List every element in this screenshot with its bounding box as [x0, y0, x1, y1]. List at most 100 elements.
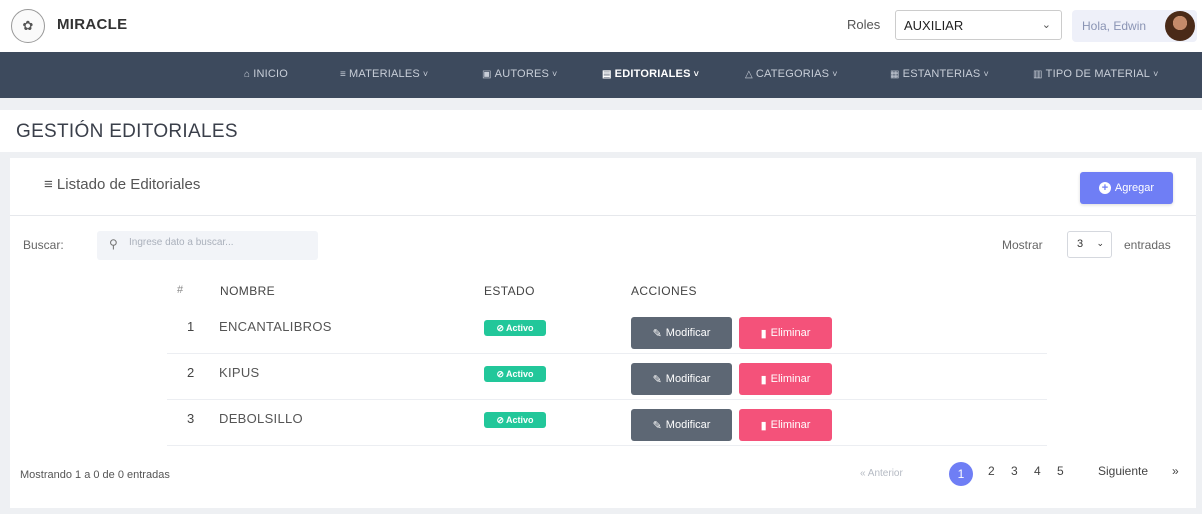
- nav-label: INICIO: [253, 68, 289, 80]
- nav-label: CATEGORIAS: [755, 68, 830, 80]
- entries-label: entradas: [1124, 238, 1171, 252]
- chevron-down-icon: ⌄: [1041, 19, 1051, 31]
- page-title: GESTIÓN EDITORIALES: [16, 121, 238, 142]
- plus-circle-icon: +: [1098, 182, 1111, 194]
- roles-select-value: AUXILIAR: [904, 18, 964, 33]
- status-text: Activo: [506, 369, 534, 379]
- user-menu[interactable]: Hola, Edwin: [1072, 10, 1197, 42]
- modify-button[interactable]: ✎ Modificar: [631, 363, 732, 395]
- nav-item-tipo-de-material[interactable]: ▥ TIPO DE MATERIAL ˅: [1033, 68, 1159, 80]
- status-text: Activo: [506, 415, 534, 425]
- greeting-text: Hola, Edwin: [1082, 19, 1147, 33]
- status-text: Activo: [506, 323, 534, 333]
- modify-button[interactable]: ✎ Modificar: [631, 317, 732, 349]
- row-name: DEBOLSILLO: [219, 411, 303, 426]
- page-size-value: 3: [1077, 238, 1084, 250]
- page-link-5[interactable]: 5: [1057, 464, 1064, 478]
- roles-label: Roles: [847, 17, 881, 32]
- delete-button[interactable]: ▮ Eliminar: [739, 363, 832, 395]
- nav-label: MATERIALES: [349, 68, 420, 80]
- delete-button[interactable]: ▮ Eliminar: [739, 409, 832, 441]
- nav-item-inicio[interactable]: ⌂ INICIO: [244, 68, 288, 80]
- top-header: ✿ MIRACLE Roles AUXILIAR ⌄ Hola, Edwin: [0, 0, 1202, 52]
- chevron-down-icon: ˅: [832, 69, 838, 79]
- nav-label: TIPO DE MATERIAL: [1045, 68, 1151, 80]
- page-size-select[interactable]: 3 ⌄: [1067, 231, 1112, 258]
- nav-label: AUTORES: [494, 68, 550, 80]
- list-title: ≡ Listado de Editoriales: [44, 176, 200, 193]
- modify-label: Modificar: [665, 373, 711, 385]
- chevron-down-icon: ˅: [693, 69, 700, 79]
- row-number: 1: [187, 319, 195, 334]
- check-circle-icon: ⊘: [496, 322, 505, 333]
- brand-name: MIRACLE: [57, 16, 128, 33]
- delete-label: Eliminar: [770, 419, 811, 431]
- prev-page-link[interactable]: « Anterior: [860, 468, 903, 479]
- page-link-3[interactable]: 3: [1011, 464, 1018, 478]
- table-row: 1 ENCANTALIBROS ⊘ Activo ✎ Modificar ▮ Elim…: [167, 308, 1047, 354]
- column-header-estado: ESTADO: [484, 284, 535, 298]
- chevron-down-icon: ⌄: [1096, 238, 1104, 248]
- avatar[interactable]: [1165, 11, 1195, 41]
- chevron-down-icon: ˅: [983, 69, 989, 79]
- status-badge: ⊘ Activo: [484, 366, 546, 382]
- status-badge: ⊘ Activo: [484, 412, 546, 428]
- search-icon: ⚲: [109, 237, 118, 251]
- showing-info: Mostrando 1 a 0 de 0 entradas: [20, 469, 170, 481]
- chevron-down-icon: ˅: [422, 69, 429, 79]
- table-row: 3 DEBOLSILLO ⊘ Activo ✎ Modificar ▮ Elimina…: [167, 400, 1047, 446]
- row-number: 3: [187, 411, 195, 426]
- add-button-label: Agregar: [1114, 182, 1155, 194]
- book-icon: ▤: [602, 69, 612, 80]
- delete-label: Eliminar: [770, 327, 811, 339]
- list-title-text: Listado de Editoriales: [56, 176, 201, 193]
- modify-label: Modificar: [665, 327, 711, 339]
- main-nav: ⌂ INICIO ≡ MATERIALES ˅ ▣ AUTORES ˅ ▤ EDITORIA…: [0, 52, 1202, 98]
- modify-label: Modificar: [665, 419, 711, 431]
- table-row: 2 KIPUS ⊘ Activo ✎ Modificar ▮ Eliminar: [167, 354, 1047, 400]
- next-page-link[interactable]: Siguiente: [1098, 464, 1148, 478]
- edit-icon: ✎: [652, 327, 662, 340]
- column-header-num: #: [177, 284, 184, 296]
- logo-icon: ✿: [11, 9, 45, 43]
- home-icon: ⌂: [244, 69, 251, 80]
- add-button[interactable]: + Agregar: [1080, 172, 1173, 204]
- nav-item-estanterias[interactable]: ▦ ESTANTERIAS ˅: [890, 68, 989, 80]
- show-label: Mostrar: [1002, 238, 1043, 252]
- trash-icon: ▮: [760, 419, 767, 432]
- roles-select[interactable]: AUXILIAR ⌄: [895, 10, 1062, 40]
- page-link-1[interactable]: 1: [949, 462, 973, 486]
- column-header-nombre: NOMBRE: [220, 284, 276, 298]
- delete-label: Eliminar: [770, 373, 811, 385]
- search-input[interactable]: [129, 237, 309, 248]
- delete-button[interactable]: ▮ Eliminar: [739, 317, 832, 349]
- row-name: ENCANTALIBROS: [219, 319, 332, 334]
- chevron-down-icon: ˅: [1153, 69, 1159, 79]
- next-arrow-icon[interactable]: »: [1172, 464, 1179, 478]
- page-title-bar: GESTIÓN EDITORIALES: [0, 110, 1202, 152]
- books-icon: ▥: [1033, 69, 1043, 80]
- edit-icon: ✎: [652, 373, 662, 386]
- column-header-acciones: ACCIONES: [631, 284, 697, 298]
- nav-item-materiales[interactable]: ≡ MATERIALES ˅: [340, 68, 428, 80]
- search-label: Buscar:: [23, 238, 64, 252]
- page-link-2[interactable]: 2: [988, 464, 995, 478]
- row-name: KIPUS: [219, 365, 260, 380]
- card-header: ≡ Listado de Editoriales + Agregar: [10, 158, 1196, 216]
- shapes-icon: △: [745, 69, 753, 80]
- check-circle-icon: ⊘: [496, 414, 505, 425]
- nav-item-editoriales[interactable]: ▤ EDITORIALES ˅: [602, 68, 699, 80]
- editoriales-card: ≡ Listado de Editoriales + Agregar Busca…: [10, 158, 1196, 508]
- trash-icon: ▮: [760, 373, 767, 386]
- nav-label: ESTANTERIAS: [902, 68, 981, 80]
- search-field[interactable]: ⚲: [97, 231, 318, 260]
- nav-item-autores[interactable]: ▣ AUTORES ˅: [482, 68, 558, 80]
- modify-button[interactable]: ✎ Modificar: [631, 409, 732, 441]
- nav-item-categorias[interactable]: △ CATEGORIAS ˅: [745, 68, 838, 80]
- shelf-icon: ▦: [890, 69, 900, 80]
- list-icon: ≡: [44, 176, 57, 193]
- nav-label: EDITORIALES: [614, 68, 691, 80]
- trash-icon: ▮: [760, 327, 767, 340]
- chevron-down-icon: ˅: [552, 69, 558, 79]
- page-link-4[interactable]: 4: [1034, 464, 1041, 478]
